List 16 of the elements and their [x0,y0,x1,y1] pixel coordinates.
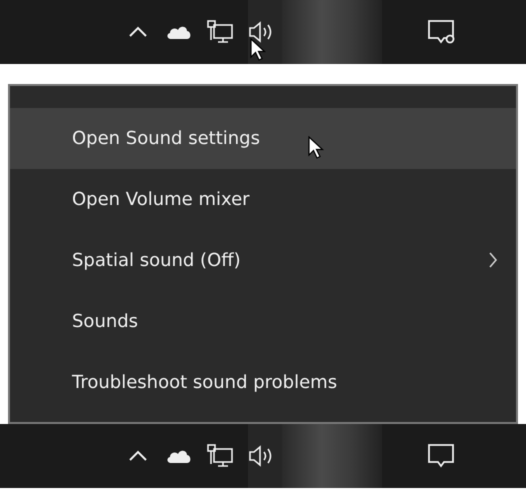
network-monitor-icon[interactable] [206,444,234,468]
chevron-up-icon[interactable] [128,450,148,462]
menu-item[interactable]: Open Sound settings [10,108,516,169]
chevron-up-icon[interactable] [128,26,148,38]
cloud-icon[interactable] [166,24,192,40]
menu-item[interactable]: Open Volume mixer [10,169,516,230]
menu-item[interactable]: Spatial sound (Off) [10,230,516,291]
menu-item[interactable]: Sounds [10,291,516,352]
notification-icon[interactable] [426,442,456,470]
mouse-pointer-icon [308,136,324,160]
mouse-pointer-icon [250,38,266,62]
chevron-right-icon [488,251,498,269]
network-monitor-icon[interactable] [206,20,234,44]
cloud-icon[interactable] [166,448,192,464]
menu-item[interactable]: Troubleshoot sound problems [10,352,516,413]
notification-icon[interactable] [426,18,456,46]
